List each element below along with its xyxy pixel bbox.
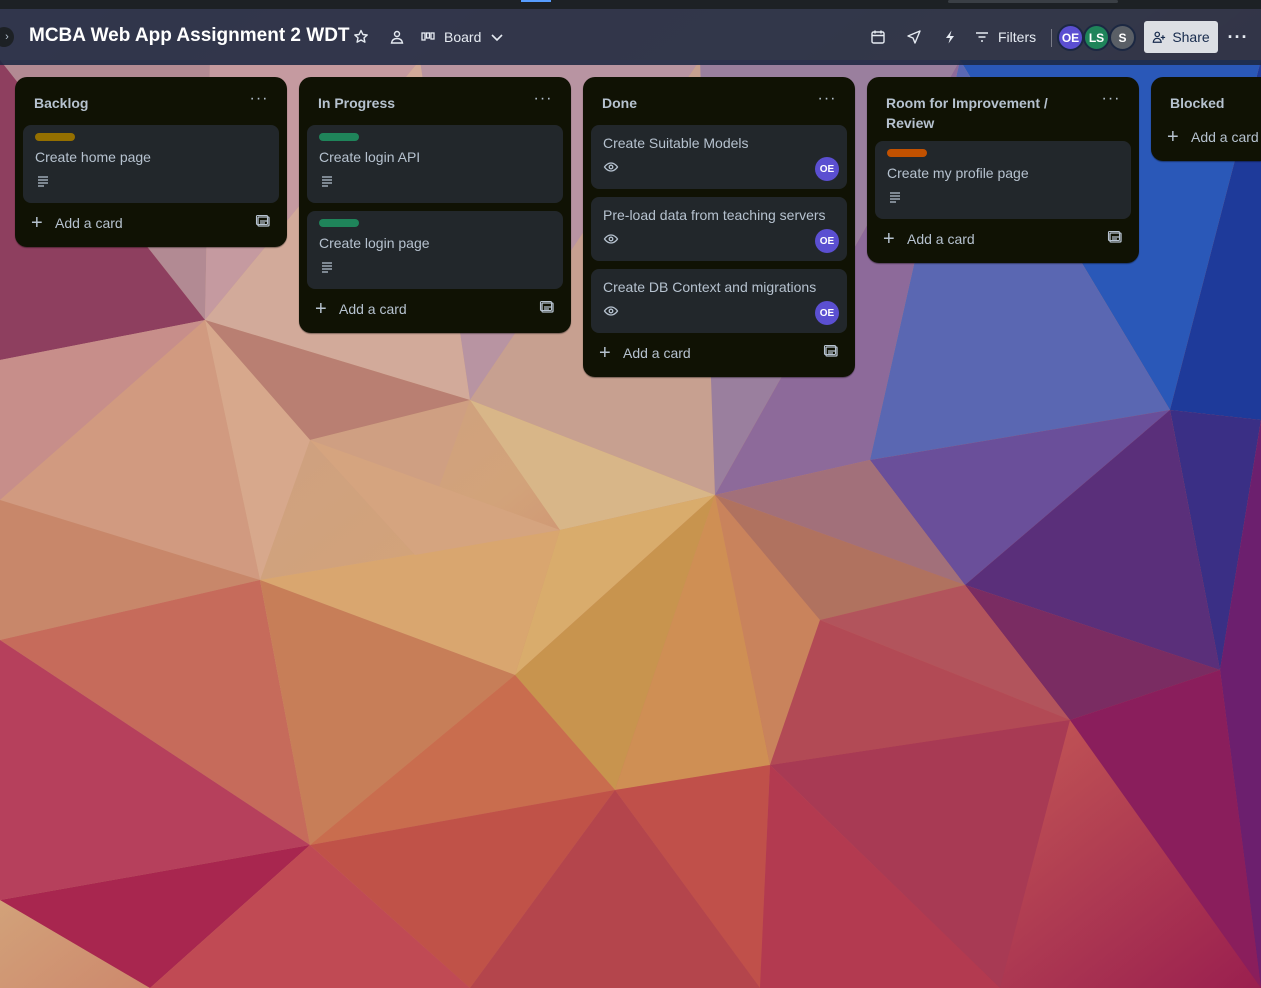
add-card-label: Add a card [339,301,407,317]
browser-top-strip [0,0,1261,9]
description-icon [322,176,332,187]
card-badges [35,167,267,195]
card-title: Create Suitable Models [603,135,749,151]
card-badges [603,297,835,325]
view-switcher[interactable]: Board [420,23,505,51]
add-card-label: Add a card [55,215,123,231]
plus-icon: + [1167,126,1179,148]
board-view-icon [421,32,435,41]
description-icon [38,176,48,187]
card[interactable]: Create login page [307,211,563,289]
list-done: Done ··· Create Suitable Models OE Pre-l… [583,77,855,377]
add-card-button[interactable]: + Add a card [23,207,279,247]
avatar[interactable]: OE [815,301,839,325]
top-scroll-indicator [948,0,1118,3]
list-title[interactable]: In Progress [318,93,523,113]
list-room-for-improvement: Room for Improvement / Review ··· Create… [867,77,1139,263]
plus-icon: + [599,342,611,364]
filter-icon [976,32,988,42]
card[interactable]: Create Suitable Models OE [591,125,847,189]
add-card-label: Add a card [623,345,691,361]
avatar[interactable]: LS [1083,24,1110,51]
header-divider [1051,29,1052,47]
card-label[interactable] [319,133,359,141]
list-menu-icon[interactable]: ··· [815,89,839,113]
card-title: Create login page [319,235,430,251]
avatar[interactable]: OE [815,229,839,253]
star-icon[interactable] [347,23,375,51]
card[interactable]: Create DB Context and migrations OE [591,269,847,333]
card[interactable]: Create login API [307,125,563,203]
card-badges [319,253,551,281]
add-card-label: Add a card [907,231,975,247]
list-title[interactable]: Room for Improvement / Review [886,93,1091,133]
filters-button[interactable]: Filters [974,23,1036,51]
card-label[interactable] [35,133,75,141]
avatar[interactable]: OE [1057,24,1084,51]
avatar[interactable]: S [1109,24,1136,51]
list-menu-icon[interactable]: ··· [1099,89,1123,113]
plus-icon: + [883,228,895,250]
create-from-template-icon[interactable] [823,343,839,359]
plus-icon: + [31,212,43,234]
automation-lightning-icon[interactable] [936,23,964,51]
board-header: › MCBA Web App Assignment 2 WDT Board Fi… [0,9,1261,65]
card-badges [603,153,835,181]
plus-icon: + [315,298,327,320]
card[interactable]: Create my profile page [875,141,1131,219]
power-ups-rocket-icon[interactable] [900,23,928,51]
watching-eye-icon [603,306,619,316]
add-card-button[interactable]: + Add a card [1159,121,1261,161]
share-button[interactable]: Share [1144,21,1218,53]
create-from-template-icon[interactable] [1107,229,1123,245]
card-title: Create DB Context and migrations [603,279,817,295]
view-label: Board [444,29,482,45]
add-card-button[interactable]: + Add a card [591,337,847,377]
board-menu-icon[interactable]: ··· [1224,23,1252,51]
card-title: Create login API [319,149,421,165]
create-from-template-icon[interactable] [539,299,555,315]
create-from-template-icon[interactable] [255,213,271,229]
sidebar-expand-button[interactable]: › [0,27,14,47]
card-label[interactable] [887,149,927,157]
add-card-label: Add a card [1191,129,1259,145]
card-badges [887,183,1119,211]
list-menu-icon[interactable]: ··· [247,89,271,113]
watching-eye-icon [603,234,619,244]
chevron-down-icon [491,34,503,42]
share-label: Share [1172,29,1210,45]
add-member-icon [1152,31,1166,43]
add-card-button[interactable]: + Add a card [875,223,1131,263]
list-title[interactable]: Backlog [34,93,239,113]
card-title: Create home page [35,149,151,165]
card[interactable]: Pre-load data from teaching servers OE [591,197,847,261]
card-title: Create my profile page [887,165,1029,181]
card-badges [603,225,835,253]
watching-eye-icon [603,162,619,172]
list-blocked: Blocked + Add a card [1151,77,1261,161]
calendar-power-up-icon[interactable] [864,23,892,51]
workspace-visible-icon[interactable] [383,23,411,51]
card-title: Pre-load data from teaching servers [603,207,826,223]
description-icon [890,192,900,203]
list-menu-icon[interactable]: ··· [531,89,555,113]
avatar[interactable]: OE [815,157,839,181]
active-tab-indicator [521,0,551,2]
list-backlog: Backlog ··· Create home page + Add a car… [15,77,287,247]
list-title[interactable]: Blocked [1170,93,1261,113]
board-title[interactable]: MCBA Web App Assignment 2 WDT [29,25,350,47]
description-icon [322,262,332,273]
card-badges [319,167,551,195]
add-card-button[interactable]: + Add a card [307,293,563,333]
card-label[interactable] [319,219,359,227]
card[interactable]: Create home page [23,125,279,203]
list-in-progress: In Progress ··· Create login API Create … [299,77,571,333]
list-title[interactable]: Done [602,93,807,113]
filters-label: Filters [998,29,1037,45]
